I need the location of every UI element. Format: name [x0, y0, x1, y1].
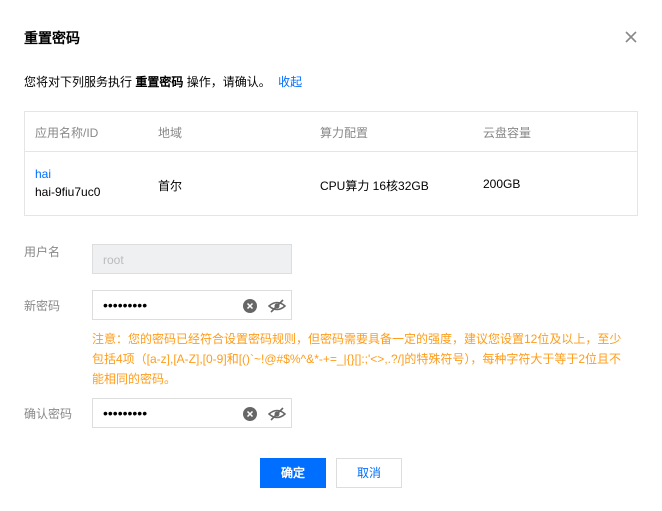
region-cell: 首尔 [158, 179, 183, 193]
close-icon[interactable] [622, 28, 640, 46]
cancel-button[interactable]: 取消 [336, 458, 402, 488]
header-app-name-id: 应用名称/ID [35, 126, 99, 140]
confirm-password-value: ••••••••• [103, 405, 148, 421]
description-prefix: 您将对下列服务执行 [24, 75, 133, 89]
new-password-label: 新密码 [24, 299, 61, 313]
new-password-value: ••••••••• [103, 297, 148, 313]
clear-icon[interactable] [243, 407, 257, 421]
dialog-description: 您将对下列服务执行 重置密码 操作，请确认。 收起 [24, 73, 302, 90]
compute-cell: CPU算力 16核32GB [320, 179, 429, 193]
collapse-link[interactable]: 收起 [278, 75, 302, 89]
disk-cell: 200GB [483, 177, 521, 191]
clear-icon[interactable] [243, 299, 257, 313]
app-id: hai-9fiu7uc0 [35, 185, 101, 199]
hide-password-icon[interactable] [268, 406, 286, 422]
new-password-field[interactable]: ••••••••• [92, 290, 292, 320]
description-action: 重置密码 [135, 75, 184, 89]
header-compute: 算力配置 [320, 126, 369, 140]
description-suffix: 操作，请确认。 [186, 75, 271, 89]
username-label: 用户名 [24, 245, 61, 259]
table-header: 应用名称/ID 地域 算力配置 云盘容量 [25, 112, 637, 152]
confirm-button[interactable]: 确定 [260, 458, 326, 488]
username-value: root [103, 253, 124, 267]
confirm-password-field[interactable]: ••••••••• [92, 398, 292, 428]
app-name-link[interactable]: hai [35, 167, 51, 181]
header-region: 地域 [158, 126, 183, 140]
reset-password-dialog: 重置密码 您将对下列服务执行 重置密码 操作，请确认。 收起 应用名称/ID 地… [0, 0, 662, 511]
username-field: root [92, 244, 292, 274]
header-disk: 云盘容量 [483, 126, 532, 140]
hide-password-icon[interactable] [268, 298, 286, 314]
confirm-password-label: 确认密码 [24, 407, 73, 421]
password-notice: 注意：您的密码已经符合设置密码规则，但密码需要具备一定的强度，建议您设置12位及… [92, 332, 622, 386]
dialog-title: 重置密码 [24, 30, 80, 46]
service-table: 应用名称/ID 地域 算力配置 云盘容量 hai hai-9fiu7uc0 首尔… [24, 111, 638, 216]
